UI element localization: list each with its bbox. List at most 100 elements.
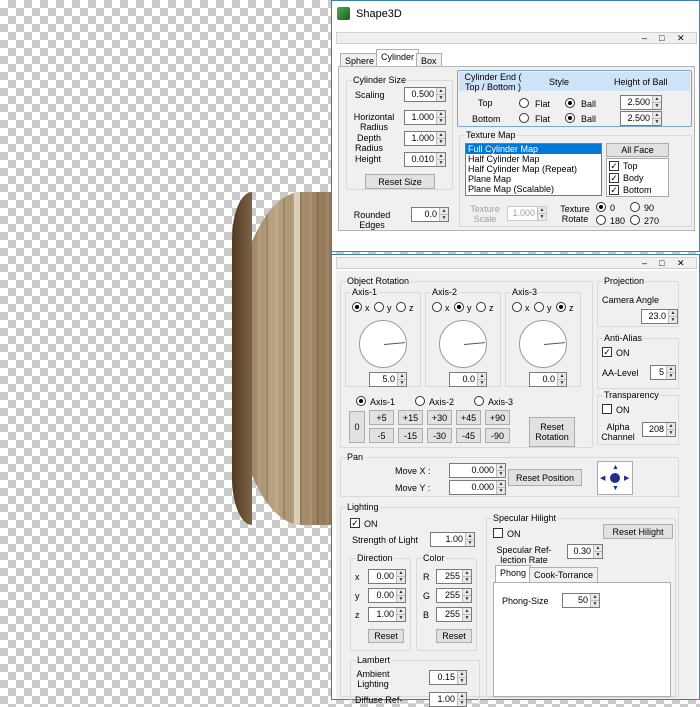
lighting-checkbox[interactable]: ✓ xyxy=(350,518,360,528)
close-icon[interactable]: ✕ xyxy=(677,258,685,268)
top-flat-radio[interactable] xyxy=(519,98,529,108)
rotate-270-radio[interactable] xyxy=(630,215,640,225)
tab-phong[interactable]: Phong xyxy=(495,565,532,583)
list-item[interactable]: Half Cylinder Map (Repeat) xyxy=(466,164,601,174)
horizontal-radius-spinner[interactable]: 1.000 ▲ ▼ xyxy=(404,110,446,125)
reset-size-button[interactable]: Reset Size xyxy=(365,174,435,189)
aa-level-spinner[interactable]: 5 ▲ ▼ xyxy=(650,365,676,380)
step-axis-1-radio[interactable] xyxy=(356,396,366,406)
pan-pad[interactable]: ▲ ▼ ◀ ▶ xyxy=(597,461,633,495)
pan-right-icon[interactable]: ▶ xyxy=(624,474,629,482)
minimize-icon[interactable]: – xyxy=(642,258,647,268)
axis-1-title: Axis-1 xyxy=(351,287,379,297)
list-item[interactable]: Plane Map (Scalable) xyxy=(466,184,601,194)
face-body-checkbox[interactable]: ✓ xyxy=(609,173,619,183)
axis-2-y-radio[interactable] xyxy=(454,302,464,312)
color-b-spinner[interactable]: 255 ▲ ▼ xyxy=(436,607,472,622)
scaling-spinner[interactable]: 0.500 ▲ ▼ xyxy=(404,87,446,102)
axis-1-y-radio[interactable] xyxy=(374,302,384,312)
rotate-minus-15-button[interactable]: -15 xyxy=(398,428,423,443)
minimize-icon[interactable]: – xyxy=(642,33,647,43)
list-item[interactable]: Plane Map xyxy=(466,174,601,184)
direction-y-spinner[interactable]: 0.00 ▲ ▼ xyxy=(368,588,406,603)
direction-z-spinner[interactable]: 1.00 ▲ ▼ xyxy=(368,607,406,622)
rotate-plus-45-button[interactable]: +45 xyxy=(456,410,481,425)
color-reset-button[interactable]: Reset xyxy=(436,629,472,643)
color-g-spinner[interactable]: 255 ▲ ▼ xyxy=(436,588,472,603)
phong-size-spinner[interactable]: 50 ▲ ▼ xyxy=(562,593,600,608)
axis-3-x-radio[interactable] xyxy=(512,302,522,312)
reset-position-button[interactable]: Reset Position xyxy=(508,469,582,486)
bottom-ball-radio[interactable] xyxy=(565,113,575,123)
axis-2-z-radio[interactable] xyxy=(476,302,486,312)
axis-3-spinner[interactable]: 0.0 ▲ ▼ xyxy=(529,372,567,387)
axis-2-x-radio[interactable] xyxy=(432,302,442,312)
list-item[interactable]: Half Cylinder Map xyxy=(466,154,601,164)
specular-rate-spinner[interactable]: 0.30 ▲ ▼ xyxy=(567,544,603,559)
top-ball-radio[interactable] xyxy=(565,98,575,108)
all-face-button[interactable]: All Face xyxy=(606,143,669,157)
rotate-minus-30-button[interactable]: -30 xyxy=(427,428,452,443)
strength-of-light-spinner[interactable]: 1.00 ▲ ▼ xyxy=(430,532,475,547)
alpha-channel-spinner[interactable]: 208 ▲ ▼ xyxy=(642,422,676,437)
tab-cylinder[interactable]: Cylinder xyxy=(376,49,420,67)
rounded-edges-spinner[interactable]: 0.0 ▲ ▼ xyxy=(411,207,449,222)
color-r-spinner[interactable]: 255 ▲ ▼ xyxy=(436,569,472,584)
axis-1-dial[interactable] xyxy=(359,320,407,368)
lambert-title: Lambert xyxy=(356,655,392,665)
reset-rotation-button[interactable]: Reset Rotation xyxy=(529,417,575,447)
texture-map-list[interactable]: Full Cylinder Map Half Cylinder Map Half… xyxy=(465,143,602,196)
tab-cook-torrance[interactable]: Cook-Torrance xyxy=(529,567,599,583)
pan-up-icon[interactable]: ▲ xyxy=(612,464,619,471)
rotate-plus-30-button[interactable]: +30 xyxy=(427,410,452,425)
rotate-minus-90-button[interactable]: -90 xyxy=(485,428,510,443)
pan-down-icon[interactable]: ▼ xyxy=(612,485,619,492)
list-item[interactable]: Full Cylinder Map xyxy=(466,144,601,154)
face-bottom-checkbox[interactable]: ✓ xyxy=(609,185,619,195)
axis-2-dial[interactable] xyxy=(439,320,487,368)
pan-left-icon[interactable]: ◀ xyxy=(600,474,605,482)
rotate-90-radio[interactable] xyxy=(630,202,640,212)
rotate-plus-15-button[interactable]: +15 xyxy=(398,410,423,425)
specular-checkbox[interactable] xyxy=(493,528,503,538)
transparency-checkbox[interactable] xyxy=(602,404,612,414)
ambient-lighting-spinner[interactable]: 0.15 ▲ ▼ xyxy=(429,670,467,685)
anti-alias-checkbox[interactable]: ✓ xyxy=(602,347,612,357)
transparency-on-label: ON xyxy=(616,405,630,415)
axis-1-z-radio[interactable] xyxy=(396,302,406,312)
bottom-flat-radio[interactable] xyxy=(519,113,529,123)
inner-caption-2: – □ ✕ xyxy=(336,257,697,269)
anti-alias-group: Anti-Alias ✓ ON AA-Level 5 ▲ ▼ xyxy=(597,333,679,389)
axis-3-dial[interactable] xyxy=(519,320,567,368)
move-y-spinner[interactable]: 0.000 ▲ ▼ xyxy=(449,480,506,495)
maximize-icon[interactable]: □ xyxy=(659,258,664,268)
height-spinner[interactable]: 0.010 ▲ ▼ xyxy=(404,152,446,167)
axis-2-spinner[interactable]: 0.0 ▲ ▼ xyxy=(449,372,487,387)
rotation-zero-button[interactable]: 0 xyxy=(349,411,365,443)
axis-3-z-radio[interactable] xyxy=(556,302,566,312)
axis-1-spinner[interactable]: 5.0 ▲ ▼ xyxy=(369,372,407,387)
rotate-minus-45-button[interactable]: -45 xyxy=(456,428,481,443)
rotate-plus-5-button[interactable]: +5 xyxy=(369,410,394,425)
rotate-180-radio[interactable] xyxy=(596,215,606,225)
title-bar[interactable]: Shape3D xyxy=(332,1,699,28)
top-ball-height-spinner[interactable]: 2.500 ▲ ▼ xyxy=(620,95,662,110)
axis-1-x-radio[interactable] xyxy=(352,302,362,312)
axis-3-y-radio[interactable] xyxy=(534,302,544,312)
maximize-icon[interactable]: □ xyxy=(659,33,664,43)
step-axis-3-radio[interactable] xyxy=(474,396,484,406)
face-top-checkbox[interactable]: ✓ xyxy=(609,161,619,171)
direction-x-spinner[interactable]: 0.00 ▲ ▼ xyxy=(368,569,406,584)
rotate-0-radio[interactable] xyxy=(596,202,606,212)
reset-hilight-button[interactable]: Reset Hilight xyxy=(603,524,673,539)
rotate-minus-5-button[interactable]: -5 xyxy=(369,428,394,443)
direction-reset-button[interactable]: Reset xyxy=(368,629,404,643)
depth-radius-spinner[interactable]: 1.000 ▲ ▼ xyxy=(404,131,446,146)
bottom-ball-height-spinner[interactable]: 2.500 ▲ ▼ xyxy=(620,111,662,126)
close-icon[interactable]: ✕ xyxy=(677,33,685,43)
face-checklist: ✓ Top ✓ Body ✓ Bottom xyxy=(606,158,669,197)
camera-angle-spinner[interactable]: 23.0 ▲ ▼ xyxy=(641,309,678,324)
move-x-spinner[interactable]: 0.000 ▲ ▼ xyxy=(449,463,506,478)
step-axis-2-radio[interactable] xyxy=(415,396,425,406)
rotate-plus-90-button[interactable]: +90 xyxy=(485,410,510,425)
